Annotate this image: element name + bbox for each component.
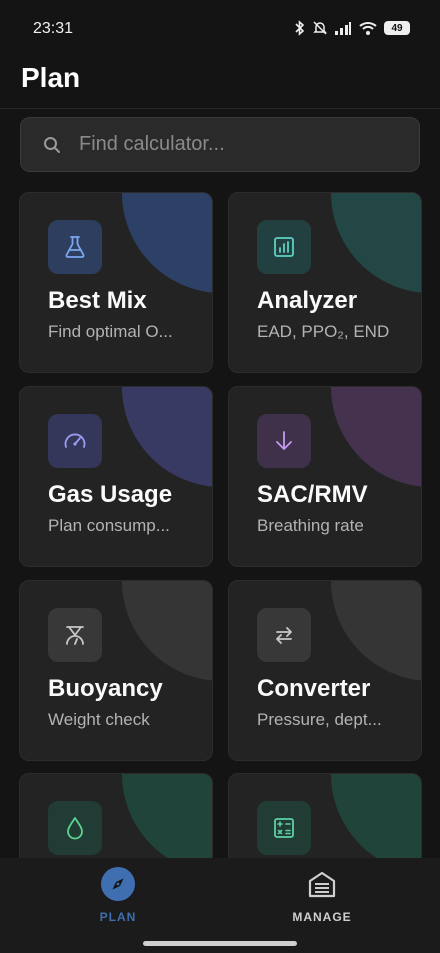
bluetooth-icon <box>295 20 305 36</box>
gauge-icon <box>48 414 102 468</box>
card-subtitle: Weight check <box>48 710 150 729</box>
card-subtitle: Plan consump... <box>48 516 170 535</box>
card-dilution[interactable] <box>19 773 213 858</box>
battery-indicator: 49 <box>384 21 410 35</box>
card-buoyancy[interactable]: Buoyancy Weight check <box>19 580 213 761</box>
page-title: Plan <box>21 62 81 93</box>
card-subtitle: Find optimal O... <box>48 322 173 341</box>
status-time: 23:31 <box>33 20 74 37</box>
card-title: Best Mix <box>48 287 147 314</box>
card-title: SAC/RMV <box>257 481 368 508</box>
header-divider <box>0 108 440 109</box>
wifi-icon <box>359 22 377 35</box>
bottom-nav: PLAN MANAGE <box>0 858 440 953</box>
calculator-grid: Best Mix Find optimal O... Analyzer EAD,… <box>0 192 440 858</box>
card-decoration <box>122 387 212 487</box>
compass-icon <box>98 864 138 904</box>
home-indicator[interactable] <box>143 941 297 946</box>
nav-tab-manage[interactable]: MANAGE <box>262 864 382 924</box>
arrow-down-icon <box>257 414 311 468</box>
card-title: Analyzer <box>257 287 358 314</box>
card-gas-usage[interactable]: Gas Usage Plan consump... <box>19 386 213 567</box>
card-decoration <box>122 581 212 681</box>
card-subtitle: Breathing rate <box>257 516 364 535</box>
search-bar[interactable] <box>20 117 420 172</box>
chart-icon <box>257 220 311 274</box>
nav-tab-label: MANAGE <box>292 910 352 924</box>
card-title: Converter <box>257 675 371 702</box>
swap-icon <box>257 608 311 662</box>
card-decoration <box>331 581 421 681</box>
card-subtitle: Pressure, dept... <box>257 710 382 729</box>
drop-icon <box>48 801 102 855</box>
calculator-icon <box>257 801 311 855</box>
card-decoration <box>331 387 421 487</box>
card-subtitle: EAD, PPO₂, END <box>257 322 390 341</box>
card-title: Buoyancy <box>48 675 163 702</box>
card-sac-rmv[interactable]: SAC/RMV Breathing rate <box>228 386 422 567</box>
search-input[interactable] <box>79 133 379 156</box>
mute-icon <box>313 21 327 35</box>
status-bar: 23:31 49 <box>0 0 440 60</box>
flask-icon <box>48 220 102 274</box>
nav-tab-label: PLAN <box>99 910 137 924</box>
scale-icon <box>48 608 102 662</box>
card-decoration <box>122 774 212 858</box>
card-decoration <box>122 193 212 293</box>
card-analyzer[interactable]: Analyzer EAD, PPO₂, END <box>228 192 422 373</box>
card-converter[interactable]: Converter Pressure, dept... <box>228 580 422 761</box>
garage-icon <box>302 864 342 904</box>
card-decoration <box>331 193 421 293</box>
card-calculator[interactable] <box>228 773 422 858</box>
search-icon <box>44 136 60 153</box>
status-icons: 49 <box>294 20 410 36</box>
signal-icon <box>335 22 351 35</box>
nav-tab-plan[interactable]: PLAN <box>58 864 178 924</box>
card-title: Gas Usage <box>48 481 173 508</box>
card-decoration <box>331 774 421 858</box>
card-best-mix[interactable]: Best Mix Find optimal O... <box>19 192 213 373</box>
